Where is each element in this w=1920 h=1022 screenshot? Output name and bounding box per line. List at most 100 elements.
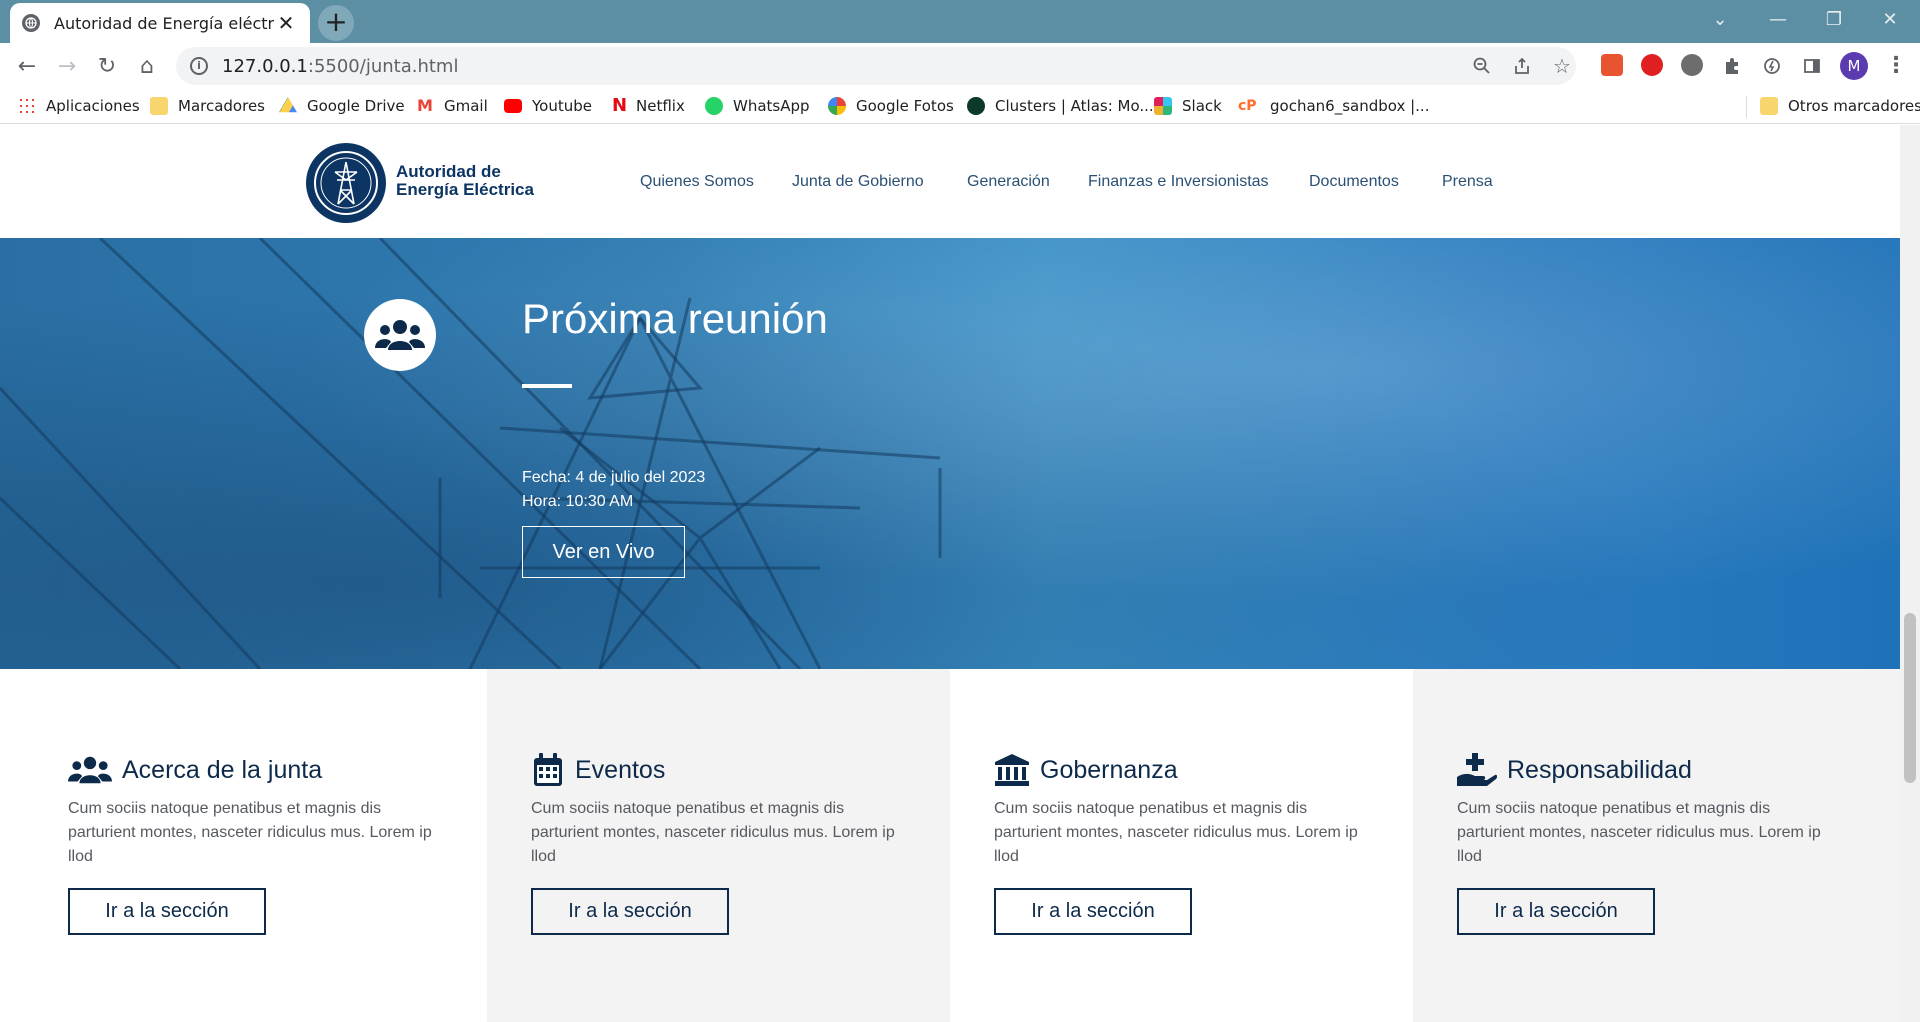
cpanel-icon: cP <box>1238 98 1257 114</box>
hero-divider <box>522 384 572 388</box>
google-photos-icon <box>828 97 846 115</box>
next-meeting-hero: Próxima reunión Fecha: 4 de julio del 20… <box>0 238 1900 669</box>
profile-avatar[interactable]: M <box>1840 52 1868 80</box>
nav-prensa[interactable]: Prensa <box>1442 173 1493 191</box>
card-acerca: Acerca de la junta Cum sociis natoque pe… <box>0 669 487 1022</box>
bookmark-marcadores[interactable]: Marcadores <box>150 94 265 118</box>
back-button[interactable]: ← <box>10 49 44 83</box>
close-tab-icon[interactable]: ✕ <box>274 11 298 35</box>
bookmark-label: Slack <box>1182 97 1222 115</box>
extensions-puzzle-icon[interactable] <box>1718 52 1746 80</box>
performance-icon[interactable] <box>1758 52 1786 80</box>
nav-quienes-somos[interactable]: Quienes Somos <box>640 173 754 191</box>
logo-text[interactable]: Autoridad de Energía Eléctrica <box>396 163 556 199</box>
card-title: Acerca de la junta <box>122 755 323 784</box>
bookmark-label: Netflix <box>636 97 685 115</box>
extension-icon[interactable] <box>1601 54 1623 76</box>
card-description: Cum sociis natoque penatibus et magnis d… <box>68 800 432 865</box>
hand-holding-medical-icon <box>1457 753 1497 787</box>
bookmark-label: Marcadores <box>178 97 265 115</box>
scrollbar-thumb[interactable] <box>1904 613 1916 783</box>
power-tower-background <box>0 238 942 669</box>
card-header: Responsabilidad <box>1457 753 1692 787</box>
bookmark-google-fotos[interactable]: Google Fotos <box>828 94 954 118</box>
card-title: Gobernanza <box>1040 755 1178 784</box>
bookmark-cpanel[interactable]: cP gochan6_sandbox |... <box>1238 94 1429 118</box>
side-panel-icon[interactable] <box>1798 52 1826 80</box>
card-responsabilidad: Responsabilidad Cum sociis natoque penat… <box>1413 669 1900 1022</box>
minimize-button[interactable]: — <box>1750 0 1806 38</box>
bookmark-slack[interactable]: Slack <box>1154 94 1222 118</box>
logo-line1: Autoridad de <box>396 162 501 181</box>
bookmark-whatsapp[interactable]: WhatsApp <box>705 94 810 118</box>
folder-icon <box>150 97 168 115</box>
extension-icon[interactable] <box>1641 54 1663 76</box>
address-bar[interactable]: i 127.0.0.1:5500/junta.html <box>176 47 1576 85</box>
url-host: 127.0.0.1 <box>222 55 308 77</box>
nav-junta-de-gobierno[interactable]: Junta de Gobierno <box>792 173 924 191</box>
bookmark-label: Google Fotos <box>856 97 954 115</box>
nav-documentos[interactable]: Documentos <box>1309 173 1399 191</box>
logo-line2: Energía Eléctrica <box>396 180 534 199</box>
card-gobernanza: Gobernanza Cum sociis natoque penatibus … <box>950 669 1413 1022</box>
home-button[interactable]: ⌂ <box>130 49 164 83</box>
users-group-icon <box>68 753 112 787</box>
go-to-section-button[interactable]: Ir a la sección <box>994 888 1192 935</box>
forward-button[interactable]: → <box>50 49 84 83</box>
globe-icon <box>22 14 40 32</box>
watch-live-button[interactable]: Ver en Vivo <box>522 526 685 578</box>
nav-finanzas[interactable]: Finanzas e Inversionistas <box>1088 173 1269 191</box>
tab-search-chevron-icon[interactable]: ⌄ <box>1692 0 1748 38</box>
share-icon[interactable] <box>1508 52 1536 80</box>
bookmark-label: Google Drive <box>307 97 405 115</box>
users-group-icon <box>364 299 436 371</box>
browser-toolbar: ← → ↻ ⌂ i 127.0.0.1:5500/junta.html ☆ M … <box>0 43 1920 88</box>
aee-logo[interactable] <box>306 143 386 223</box>
bookmark-label: Youtube <box>532 97 592 115</box>
google-drive-icon <box>279 97 297 113</box>
card-eventos: Eventos Cum sociis natoque penatibus et … <box>487 669 950 1022</box>
bookmark-otros-marcadores[interactable]: Otros marcadores <box>1760 94 1920 118</box>
reload-button[interactable]: ↻ <box>90 49 124 83</box>
board-sections: Acerca de la junta Cum sociis natoque pe… <box>0 669 1900 1022</box>
go-to-section-button[interactable]: Ir a la sección <box>531 888 729 935</box>
youtube-icon <box>504 99 522 113</box>
meeting-time: Hora: 10:30 AM <box>522 493 634 510</box>
bookmark-label: gochan6_sandbox |... <box>1270 97 1430 115</box>
browser-tab-active[interactable]: Autoridad de Energía eléctrica ✕ <box>10 3 310 43</box>
site-header: Autoridad de Energía Eléctrica Quienes S… <box>0 125 1900 238</box>
gmail-icon: M <box>417 96 433 115</box>
bookmark-netflix[interactable]: N Netflix <box>612 94 685 118</box>
bookmark-label: Clusters | Atlas: Mo... <box>995 97 1154 115</box>
hero-title: Próxima reunión <box>522 295 828 342</box>
url-path: :5500/junta.html <box>307 55 459 77</box>
nav-generacion[interactable]: Generación <box>967 173 1050 191</box>
browser-menu-icon[interactable]: ⋮ <box>1882 52 1910 80</box>
restore-button[interactable]: ❐ <box>1806 0 1862 38</box>
site-info-icon[interactable]: i <box>190 57 208 75</box>
gear-icon[interactable] <box>1681 54 1703 76</box>
bookmark-google-drive[interactable]: Google Drive <box>279 94 405 118</box>
card-description: Cum sociis natoque penatibus et magnis d… <box>1457 800 1821 865</box>
mongodb-leaf-icon <box>967 97 985 115</box>
card-header: Gobernanza <box>994 753 1178 787</box>
bookmark-label: Otros marcadores <box>1788 97 1920 115</box>
meeting-date: Fecha: 4 de julio del 2023 <box>522 469 706 486</box>
bookmark-youtube[interactable]: Youtube <box>504 94 592 118</box>
bookmark-apps[interactable]: Aplicaciones <box>18 94 140 118</box>
page-viewport: Autoridad de Energía Eléctrica Quienes S… <box>0 125 1900 1022</box>
meeting-details: Fecha: 4 de julio del 2023 Hora: 10:30 A… <box>522 466 705 514</box>
bookmark-atlas[interactable]: Clusters | Atlas: Mo... <box>967 94 1154 118</box>
page-scrollbar[interactable] <box>1900 125 1920 1022</box>
bookmark-gmail[interactable]: M Gmail <box>416 94 488 118</box>
bookmark-star-icon[interactable]: ☆ <box>1548 52 1576 80</box>
bookmark-label: Gmail <box>444 97 488 115</box>
bookmarks-bar: Aplicaciones Marcadores Google Drive M G… <box>0 88 1920 124</box>
new-tab-button[interactable]: + <box>318 5 354 41</box>
close-window-button[interactable]: ✕ <box>1862 0 1918 38</box>
zoom-icon[interactable] <box>1468 52 1496 80</box>
calendar-icon <box>531 753 565 787</box>
go-to-section-button[interactable]: Ir a la sección <box>1457 888 1655 935</box>
apps-grid-icon <box>18 97 36 115</box>
go-to-section-button[interactable]: Ir a la sección <box>68 888 266 935</box>
